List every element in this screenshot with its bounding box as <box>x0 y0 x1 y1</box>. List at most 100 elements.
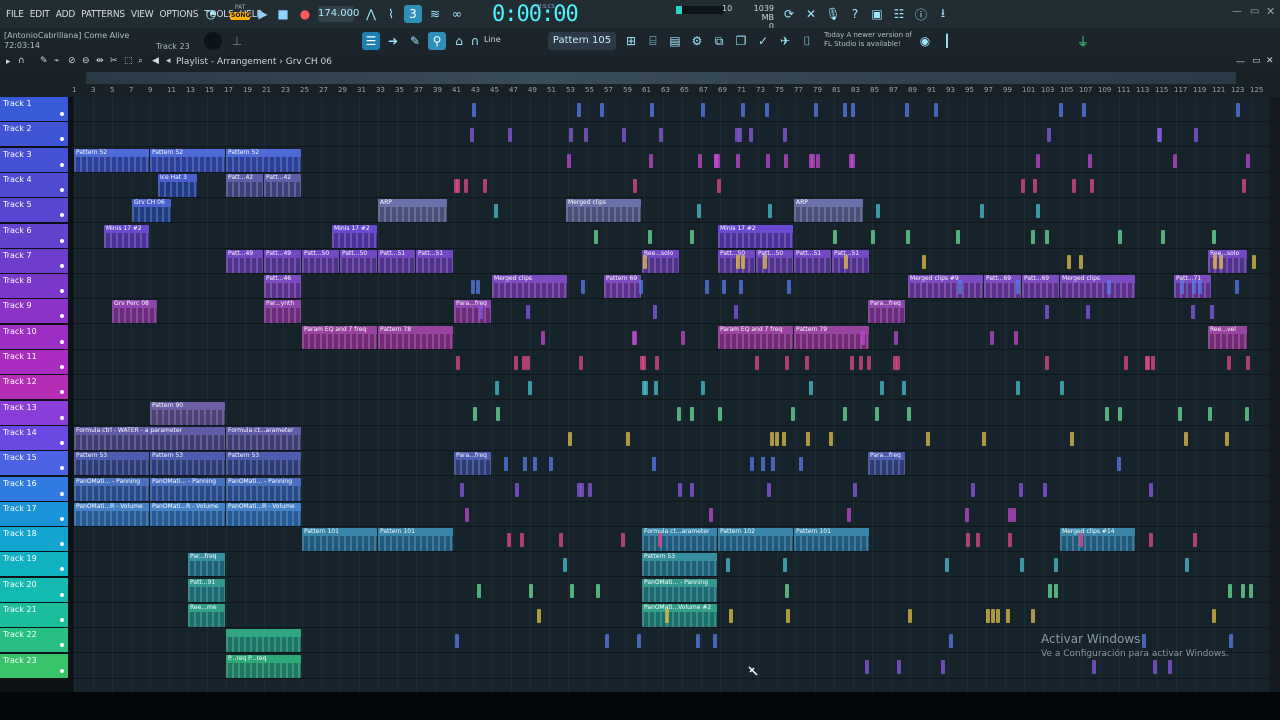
automation-marker[interactable] <box>1079 254 1083 269</box>
pattern-clip[interactable]: Minis 17 #2 <box>718 224 793 248</box>
draw-icon[interactable]: ✎ <box>40 56 48 66</box>
touch-icon[interactable]: ✈ <box>776 32 794 50</box>
track-header[interactable]: Track 10 <box>0 324 68 350</box>
pl-close-icon[interactable]: ✕ <box>1266 56 1274 66</box>
automation-marker[interactable] <box>717 178 721 193</box>
automation-marker[interactable] <box>722 280 726 295</box>
automation-marker[interactable] <box>690 229 694 244</box>
automation-marker[interactable] <box>596 583 600 598</box>
menu-edit[interactable]: EDIT <box>30 9 50 20</box>
snap-magnet-icon[interactable]: ∩ <box>18 56 25 66</box>
pattern-clip[interactable]: Patt...42 <box>226 173 263 197</box>
automation-marker[interactable] <box>563 558 567 573</box>
automation-marker[interactable] <box>1118 229 1122 244</box>
breadcrumb-playlist[interactable]: Playlist - Arrangement <box>176 57 276 67</box>
automation-marker[interactable] <box>1118 406 1122 421</box>
song-position[interactable]: 0:00:00 <box>492 2 579 27</box>
pattern-selector[interactable]: Pattern 105 <box>548 32 616 50</box>
automation-marker[interactable] <box>577 482 581 497</box>
pattern-clip[interactable]: Param EQ and 7 freq <box>302 325 377 349</box>
automation-marker[interactable] <box>799 457 803 472</box>
track-lane[interactable] <box>74 97 1270 122</box>
automation-marker[interactable] <box>986 609 990 623</box>
wait-icon[interactable]: ⌇ <box>382 5 400 23</box>
automation-marker[interactable] <box>600 103 604 117</box>
pattern-clip[interactable]: Grv Perc 08 <box>112 300 157 324</box>
automation-marker[interactable] <box>570 583 574 598</box>
magnet-icon[interactable]: ∩ <box>466 32 484 50</box>
automation-marker[interactable] <box>508 128 512 143</box>
track-enable-dot[interactable] <box>60 339 64 344</box>
automation-marker[interactable] <box>853 482 857 497</box>
mixer-icon[interactable]: ☷ <box>890 5 908 23</box>
pattern-clip[interactable]: Merged clips <box>566 199 641 223</box>
slice-icon[interactable]: ✂ <box>110 56 118 66</box>
countdown-icon[interactable]: 3 <box>404 5 422 23</box>
pattern-clip[interactable]: Pattern 101 <box>378 528 453 552</box>
pattern-clip[interactable]: Patt...42 <box>264 173 301 197</box>
automation-marker[interactable] <box>945 558 949 573</box>
automation-marker[interactable] <box>1031 229 1035 244</box>
automation-marker[interactable] <box>976 533 980 548</box>
pattern-clip[interactable]: Merged clips <box>1060 275 1135 299</box>
automation-marker[interactable] <box>1016 381 1020 396</box>
automation-marker[interactable] <box>1194 128 1198 143</box>
track-header[interactable]: Track 3 <box>0 147 68 173</box>
pattern-clip[interactable]: Pattern 53 <box>226 452 301 476</box>
automation-marker[interactable] <box>783 558 787 573</box>
automation-marker[interactable] <box>1060 381 1064 396</box>
automation-marker[interactable] <box>809 381 813 396</box>
automation-marker[interactable] <box>905 103 909 117</box>
automation-marker[interactable] <box>1006 609 1010 623</box>
pattern-clip[interactable]: PanOMati...Volume #2 <box>642 604 717 627</box>
news-panel[interactable]: Today A newer version of FL Studio is av… <box>824 31 912 49</box>
automation-marker[interactable] <box>655 356 659 370</box>
pl-minimize-icon[interactable]: — <box>1236 57 1245 67</box>
pattern-clip[interactable]: PanOMati... - Panning <box>226 477 301 501</box>
automation-marker[interactable] <box>966 533 970 548</box>
automation-marker[interactable] <box>1048 583 1052 598</box>
automation-marker[interactable] <box>768 204 772 219</box>
track-enable-dot[interactable] <box>60 187 64 192</box>
pattern-clip[interactable]: Patt...91 <box>188 578 225 602</box>
loop-record-icon[interactable]: ∞ <box>448 5 466 23</box>
arrangement-grid[interactable]: Pattern 52 Pattern 52 Pattern 52 Ice Hat 3P… <box>74 97 1270 692</box>
automation-marker[interactable] <box>849 153 853 168</box>
midi-icon[interactable]: ✕ <box>802 5 820 23</box>
automation-marker[interactable] <box>739 280 743 295</box>
automation-marker[interactable] <box>1086 305 1090 320</box>
automation-marker[interactable] <box>541 330 545 345</box>
automation-marker[interactable] <box>644 381 648 396</box>
automation-marker[interactable] <box>1185 558 1189 573</box>
automation-marker[interactable] <box>741 103 745 117</box>
track-enable-dot[interactable] <box>60 491 64 496</box>
pattern-clip[interactable]: Pattern 78 <box>378 325 453 349</box>
automation-marker[interactable] <box>1151 356 1155 370</box>
automation-marker[interactable] <box>465 507 469 522</box>
pattern-clip[interactable]: Patt...49 <box>264 249 301 273</box>
zoom-icon[interactable]: ⌕ <box>138 56 143 66</box>
track-enable-dot[interactable] <box>60 466 64 471</box>
pattern-clip[interactable]: Patt...50 <box>340 249 377 273</box>
automation-marker[interactable] <box>1016 280 1020 295</box>
automation-marker[interactable] <box>504 457 508 472</box>
automation-marker[interactable] <box>843 406 847 421</box>
automation-marker[interactable] <box>637 634 641 649</box>
panic-icon[interactable]: ⟳ <box>780 5 798 23</box>
automation-marker[interactable] <box>1045 229 1049 244</box>
track-enable-dot[interactable] <box>60 668 64 673</box>
pl-maximize-icon[interactable]: ▭ <box>1252 56 1261 66</box>
automation-marker[interactable] <box>1043 482 1047 497</box>
automation-marker[interactable] <box>621 533 625 548</box>
automation-marker[interactable] <box>633 178 637 193</box>
automation-marker[interactable] <box>1008 507 1012 522</box>
automation-marker[interactable] <box>908 609 912 623</box>
playlist-menu-icon[interactable]: ▸ <box>6 57 11 67</box>
track-header[interactable]: Track 15 <box>0 451 68 477</box>
track-header[interactable]: Track 12 <box>0 375 68 401</box>
track-enable-dot[interactable] <box>60 643 64 648</box>
pattern-clip[interactable]: Patt...51 <box>794 249 831 273</box>
track-enable-dot[interactable] <box>60 415 64 420</box>
automation-marker[interactable] <box>649 153 653 168</box>
automation-marker[interactable] <box>1161 229 1165 244</box>
